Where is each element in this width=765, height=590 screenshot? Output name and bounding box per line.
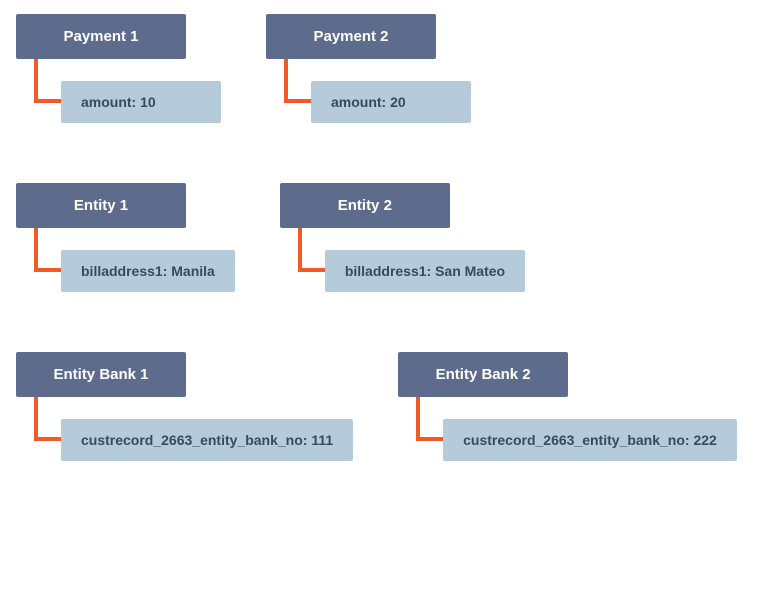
connector-line bbox=[280, 250, 325, 292]
child-wrap: billaddress1: Manila bbox=[16, 228, 235, 292]
diagram-row: Payment 1 amount: 10 Payment 2 amount: 2… bbox=[16, 14, 749, 123]
child-wrap: custrecord_2663_entity_bank_no: 111 bbox=[16, 397, 353, 461]
child-wrap: billaddress1: San Mateo bbox=[280, 228, 525, 292]
tree-entity-2: Entity 2 billaddress1: San Mateo bbox=[280, 183, 525, 292]
tree-payment-2: Payment 2 amount: 20 bbox=[266, 14, 471, 123]
parent-node: Payment 1 bbox=[16, 14, 186, 59]
child-node: billaddress1: San Mateo bbox=[325, 250, 525, 292]
diagram-row: Entity 1 billaddress1: Manila Entity 2 b… bbox=[16, 183, 749, 292]
child-node: amount: 10 bbox=[61, 81, 221, 123]
tree-entity-1: Entity 1 billaddress1: Manila bbox=[16, 183, 235, 292]
child-node: custrecord_2663_entity_bank_no: 222 bbox=[443, 419, 737, 461]
child-wrap: amount: 10 bbox=[16, 59, 221, 123]
parent-node: Payment 2 bbox=[266, 14, 436, 59]
connector-line bbox=[266, 81, 311, 123]
parent-node: Entity Bank 1 bbox=[16, 352, 186, 397]
parent-node: Entity Bank 2 bbox=[398, 352, 568, 397]
connector-line bbox=[16, 81, 61, 123]
child-wrap: amount: 20 bbox=[266, 59, 471, 123]
tree-entity-bank-1: Entity Bank 1 custrecord_2663_entity_ban… bbox=[16, 352, 353, 461]
child-node: billaddress1: Manila bbox=[61, 250, 235, 292]
connector-line bbox=[398, 419, 443, 461]
child-wrap: custrecord_2663_entity_bank_no: 222 bbox=[398, 397, 737, 461]
tree-entity-bank-2: Entity Bank 2 custrecord_2663_entity_ban… bbox=[398, 352, 737, 461]
diagram-row: Entity Bank 1 custrecord_2663_entity_ban… bbox=[16, 352, 749, 461]
connector-line bbox=[16, 250, 61, 292]
tree-payment-1: Payment 1 amount: 10 bbox=[16, 14, 221, 123]
parent-node: Entity 2 bbox=[280, 183, 450, 228]
child-node: amount: 20 bbox=[311, 81, 471, 123]
child-node: custrecord_2663_entity_bank_no: 111 bbox=[61, 419, 353, 461]
connector-line bbox=[16, 419, 61, 461]
parent-node: Entity 1 bbox=[16, 183, 186, 228]
